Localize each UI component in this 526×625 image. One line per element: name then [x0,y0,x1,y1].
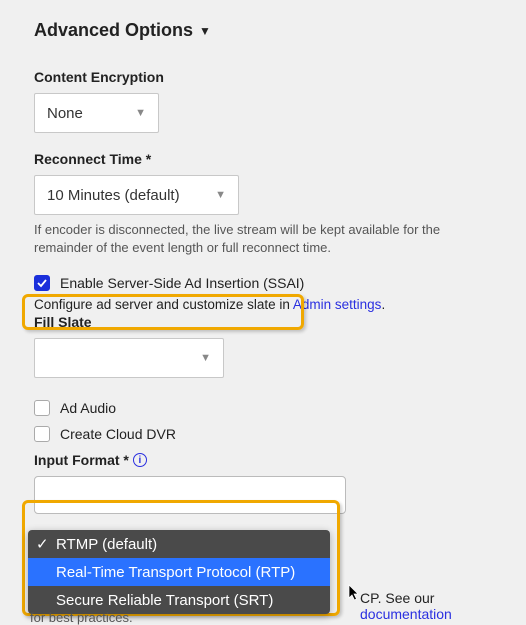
input-format-option-rtmp[interactable]: RTMP (default) [28,530,330,558]
ssai-checkbox[interactable] [34,275,50,291]
ad-audio-row[interactable]: Ad Audio [34,400,496,416]
documentation-link[interactable]: documentation [360,606,452,622]
reconnect-time-note: If encoder is disconnected, the live str… [34,221,496,257]
bottom-note-fragment: CP. See our documentation [360,590,526,622]
content-encryption-label: Content Encryption [34,69,496,85]
cloud-dvr-label: Create Cloud DVR [60,426,176,442]
chevron-down-icon: ▼ [135,107,146,119]
option-label: RTMP (default) [56,536,157,553]
chevron-down-icon: ▼ [215,189,226,201]
fill-slate-select[interactable]: ▼ [34,338,224,378]
ssai-config-suffix: . [381,297,385,312]
ad-audio-checkbox[interactable] [34,400,50,416]
info-icon[interactable]: i [133,453,147,467]
chevron-down-icon: ▼ [200,352,211,364]
content-encryption-value: None [47,105,83,122]
fill-slate-label: Fill Slate [34,314,496,330]
reconnect-time-value: 10 Minutes (default) [47,187,180,204]
cloud-dvr-checkbox[interactable] [34,426,50,442]
input-format-label-row: Input Format * i [34,452,496,468]
reconnect-time-select[interactable]: 10 Minutes (default) ▼ [34,175,239,215]
caret-down-icon: ▼ [199,24,211,38]
input-format-label: Input Format * [34,452,129,468]
ssai-toggle-row[interactable]: Enable Server-Side Ad Insertion (SSAI) [34,275,496,291]
ssai-config-prefix: Configure ad server and customize slate … [34,297,293,312]
ssai-config-note: Configure ad server and customize slate … [34,297,496,312]
cloud-dvr-row[interactable]: Create Cloud DVR [34,426,496,442]
ssai-label: Enable Server-Side Ad Insertion (SSAI) [60,275,304,291]
ad-audio-label: Ad Audio [60,400,116,416]
input-format-option-rtp[interactable]: Real-Time Transport Protocol (RTP) [28,558,330,586]
admin-settings-link[interactable]: Admin settings [293,297,382,312]
reconnect-time-label: Reconnect Time * [34,151,496,167]
note-text: CP. See our [360,590,434,606]
section-title-text: Advanced Options [34,20,193,41]
section-header[interactable]: Advanced Options ▼ [34,20,496,41]
content-encryption-select[interactable]: None ▼ [34,93,159,133]
option-label: Secure Reliable Transport (SRT) [56,592,273,609]
bottom-note-cut: for best practices. [30,610,133,625]
input-format-dropdown[interactable]: RTMP (default) Real-Time Transport Proto… [28,530,330,614]
input-format-select[interactable] [34,476,346,514]
option-label: Real-Time Transport Protocol (RTP) [56,564,295,581]
